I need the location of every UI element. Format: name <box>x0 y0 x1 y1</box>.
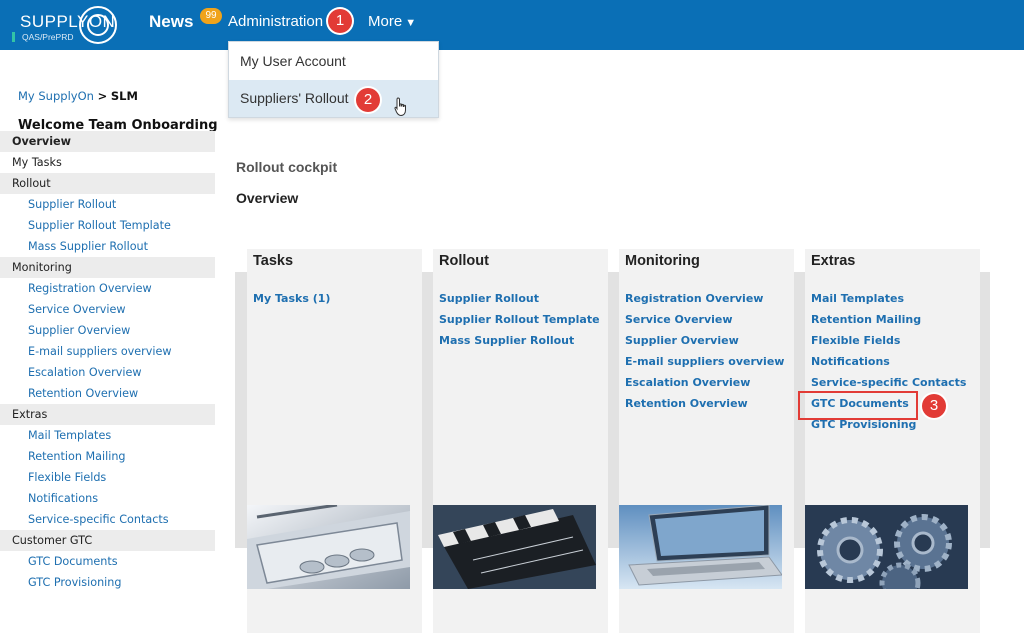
column-title: Monitoring <box>625 253 700 269</box>
step-1-marker: 1 <box>328 9 352 33</box>
sidebar-item-my-tasks[interactable]: My Tasks <box>0 152 215 173</box>
gears-image <box>805 505 968 589</box>
breadcrumb-root-link[interactable]: My SupplyOn <box>18 89 94 103</box>
section-title-overview: Overview <box>236 190 299 206</box>
link-registration-overview[interactable]: Registration Overview <box>625 292 784 313</box>
column-title: Extras <box>811 253 856 269</box>
logo-inner-ring-icon <box>87 14 109 36</box>
step-2-marker: 2 <box>356 88 380 112</box>
link-supplier-rollout-template[interactable]: Supplier Rollout Template <box>439 313 600 334</box>
nav-news[interactable]: News <box>149 12 193 32</box>
caret-down-icon: ▼ <box>405 17 417 29</box>
sidebar-item-supplier-rollout-template[interactable]: Supplier Rollout Template <box>0 215 215 236</box>
nav-more[interactable]: More ▼ <box>368 13 416 30</box>
nav-administration[interactable]: Administration <box>228 13 323 30</box>
link-escalation-overview[interactable]: Escalation Overview <box>625 376 784 397</box>
sidebar-item-retention-overview[interactable]: Retention Overview <box>0 383 215 404</box>
highlight-box-gtc-documents <box>798 391 918 420</box>
cockpit-column-rollout: Rollout Supplier Rollout Supplier Rollou… <box>433 249 608 633</box>
link-flexible-fields[interactable]: Flexible Fields <box>811 334 966 355</box>
sidebar-item-flexible-fields[interactable]: Flexible Fields <box>0 467 215 488</box>
sidebar-item-supplier-rollout[interactable]: Supplier Rollout <box>0 194 215 215</box>
link-retention-overview[interactable]: Retention Overview <box>625 397 784 418</box>
sidebar-section-customer-gtc[interactable]: Customer GTC <box>0 530 215 551</box>
sidebar-item-supplier-overview[interactable]: Supplier Overview <box>0 320 215 341</box>
link-supplier-rollout[interactable]: Supplier Rollout <box>439 292 600 313</box>
sidebar-item-email-suppliers-overview[interactable]: E-mail suppliers overview <box>0 341 215 362</box>
sidebar-item-gtc-provisioning[interactable]: GTC Provisioning <box>0 572 215 593</box>
cockpit-column-monitoring: Monitoring Registration Overview Service… <box>619 249 794 633</box>
column-title: Tasks <box>253 253 294 269</box>
news-count-badge: 99 <box>200 8 222 24</box>
page-title: Rollout cockpit <box>236 159 338 175</box>
menu-item-my-user-account[interactable]: My User Account <box>229 43 438 80</box>
sidebar-item-escalation-overview[interactable]: Escalation Overview <box>0 362 215 383</box>
sidebar-item-registration-overview[interactable]: Registration Overview <box>0 278 215 299</box>
breadcrumb-current: SLM <box>110 89 138 103</box>
column-title: Rollout <box>439 253 489 269</box>
sidebar-item-service-overview[interactable]: Service Overview <box>0 299 215 320</box>
sidebar-section-rollout[interactable]: Rollout <box>0 173 215 194</box>
cockpit-column-tasks: Tasks My Tasks (1) <box>247 249 422 633</box>
breadcrumb: My SupplyOn > SLM <box>18 89 138 103</box>
link-mass-supplier-rollout[interactable]: Mass Supplier Rollout <box>439 334 600 355</box>
sidebar-item-mail-templates[interactable]: Mail Templates <box>0 425 215 446</box>
supplyon-logo[interactable]: SUPPLYON QAS/PrePRD <box>12 4 122 44</box>
logo-subtext: QAS/PrePRD <box>22 32 74 42</box>
link-notifications[interactable]: Notifications <box>811 355 966 376</box>
sidebar: Overview My Tasks Rollout Supplier Rollo… <box>0 131 215 593</box>
nav-more-label: More <box>368 13 403 30</box>
sidebar-section-extras[interactable]: Extras <box>0 404 215 425</box>
hand-cursor-icon <box>394 97 408 122</box>
link-my-tasks[interactable]: My Tasks (1) <box>253 292 330 313</box>
sidebar-item-service-specific-contacts[interactable]: Service-specific Contacts <box>0 509 215 530</box>
logo-accent <box>12 32 20 42</box>
link-retention-mailing[interactable]: Retention Mailing <box>811 313 966 334</box>
laptop-image <box>619 505 782 589</box>
breadcrumb-separator: > <box>97 89 108 103</box>
sidebar-item-gtc-documents[interactable]: GTC Documents <box>0 551 215 572</box>
link-mail-templates[interactable]: Mail Templates <box>811 292 966 313</box>
link-email-suppliers-overview[interactable]: E-mail suppliers overview <box>625 355 784 376</box>
sidebar-item-overview[interactable]: Overview <box>0 131 215 152</box>
link-gtc-provisioning[interactable]: GTC Provisioning <box>811 418 966 439</box>
sidebar-item-retention-mailing[interactable]: Retention Mailing <box>0 446 215 467</box>
clapperboard-image <box>433 505 596 589</box>
step-3-marker: 3 <box>922 394 946 418</box>
link-supplier-overview[interactable]: Supplier Overview <box>625 334 784 355</box>
sidebar-item-mass-supplier-rollout[interactable]: Mass Supplier Rollout <box>0 236 215 257</box>
sidebar-item-notifications[interactable]: Notifications <box>0 488 215 509</box>
cockpit-column-extras: Extras Mail Templates Retention Mailing … <box>805 249 980 633</box>
sidebar-section-monitoring[interactable]: Monitoring <box>0 257 215 278</box>
link-service-overview[interactable]: Service Overview <box>625 313 784 334</box>
pda-image <box>247 505 410 589</box>
top-navigation-bar: SUPPLYON QAS/PrePRD News 99 Administrati… <box>0 0 1024 50</box>
